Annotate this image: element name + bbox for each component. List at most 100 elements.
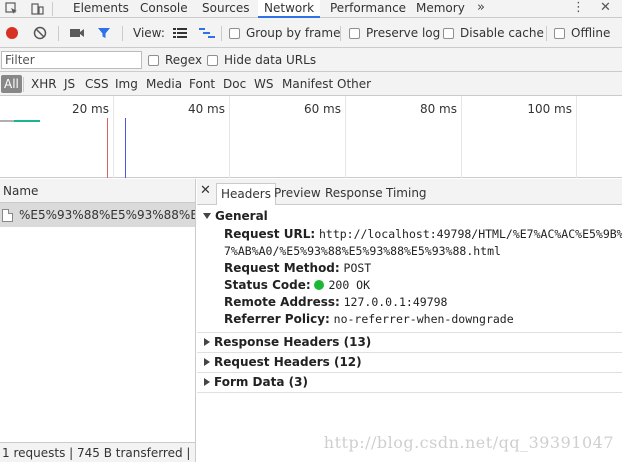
tab-elements[interactable]: Elements xyxy=(67,0,135,17)
referrer-policy-value: no-referrer-when-downgrade xyxy=(333,312,514,326)
inspect-element-icon[interactable] xyxy=(2,0,20,17)
disable-cache-checkbox[interactable]: Disable cache xyxy=(443,18,544,48)
name-column-header[interactable]: Name xyxy=(0,179,195,203)
request-method-value: POST xyxy=(343,261,372,275)
type-filter-xhr[interactable]: XHR xyxy=(28,75,60,93)
timeline-gridline xyxy=(113,96,114,178)
tab-preview[interactable]: Preview xyxy=(270,184,325,205)
collapsed-triangle-icon xyxy=(204,378,210,386)
request-url-row: Request URL: http://localhost:49798/HTML… xyxy=(224,227,622,241)
checkbox-box[interactable] xyxy=(148,54,159,66)
preserve-log-label: Preserve log xyxy=(366,26,441,40)
timeline-tick-label: 20 ms xyxy=(71,102,109,116)
offline-checkbox[interactable]: Offline xyxy=(554,18,610,48)
view-label: View: xyxy=(133,26,165,40)
type-filter-css[interactable]: CSS xyxy=(82,75,112,93)
referrer-policy-row: Referrer Policy: no-referrer-when-downgr… xyxy=(224,312,514,326)
tab-timing[interactable]: Timing xyxy=(382,184,431,205)
timeline-gridline xyxy=(229,96,230,178)
checkbox-box[interactable] xyxy=(207,54,218,66)
timeline-gridline xyxy=(345,96,346,178)
regex-checkbox[interactable]: Regex xyxy=(148,48,202,72)
timeline-gridline xyxy=(461,96,462,178)
collapsed-triangle-icon xyxy=(204,358,210,366)
disable-cache-label: Disable cache xyxy=(460,26,544,40)
toolbar-separator xyxy=(58,26,59,41)
close-devtools-icon[interactable]: ✕ xyxy=(600,0,611,16)
timeline-overview[interactable]: 20 ms 40 ms 60 ms 80 ms 100 ms xyxy=(0,96,622,178)
tab-network[interactable]: Network xyxy=(258,0,321,18)
type-filter-all[interactable]: All xyxy=(1,75,22,93)
request-list: Name %E5%93%88%E5%93%88%E5... 1 requests… xyxy=(0,179,196,462)
response-headers-title: Response Headers (13) xyxy=(214,335,372,349)
network-summary: 1 requests | 745 B transferred | Fi... xyxy=(0,442,195,462)
form-data-title: Form Data (3) xyxy=(214,375,308,389)
tab-sources[interactable]: Sources xyxy=(196,0,255,17)
dom-content-loaded-marker xyxy=(125,118,126,178)
tab-console[interactable]: Console xyxy=(134,0,194,17)
collapsed-triangle-icon xyxy=(204,338,210,346)
type-filter-doc[interactable]: Doc xyxy=(220,75,249,93)
tab-performance[interactable]: Performance xyxy=(324,0,412,17)
toolbar-separator xyxy=(340,26,341,41)
type-filter-js[interactable]: JS xyxy=(61,75,78,93)
regex-label: Regex xyxy=(165,53,203,67)
customize-menu-icon[interactable]: ⋮ xyxy=(572,0,585,16)
timeline-gridline xyxy=(576,96,577,178)
hide-data-urls-checkbox[interactable]: Hide data URLs xyxy=(207,48,316,72)
tab-response[interactable]: Response xyxy=(321,184,387,205)
request-headers-title: Request Headers (12) xyxy=(214,355,362,369)
checkbox-box[interactable] xyxy=(349,27,360,39)
resource-type-bar: All XHR JS CSS Img Media Font Doc WS Man… xyxy=(0,72,622,96)
record-button[interactable] xyxy=(5,18,19,48)
close-detail-icon[interactable]: ✕ xyxy=(200,183,211,198)
form-data-section-header[interactable]: Form Data (3) xyxy=(203,375,308,389)
toolbar-separator xyxy=(122,26,123,41)
section-divider xyxy=(197,332,622,333)
remote-address-label: Remote Address: xyxy=(224,295,340,309)
section-divider xyxy=(197,372,622,373)
more-tabs-icon[interactable]: » xyxy=(477,0,485,16)
tab-memory[interactable]: Memory xyxy=(410,0,471,17)
type-filter-media[interactable]: Media xyxy=(143,75,185,93)
type-filter-ws[interactable]: WS xyxy=(251,75,276,93)
checkbox-box[interactable] xyxy=(229,27,240,39)
timeline-download-bar xyxy=(14,120,40,122)
timeline-waiting-bar xyxy=(0,120,14,122)
toolbar-separator xyxy=(221,26,222,41)
request-headers-section-header[interactable]: Request Headers (12) xyxy=(203,355,362,369)
type-filter-font[interactable]: Font xyxy=(186,75,218,93)
preserve-log-checkbox[interactable]: Preserve log xyxy=(349,18,440,48)
load-event-marker xyxy=(107,118,108,178)
request-name: %E5%93%88%E5%93%88%E5... xyxy=(19,208,195,222)
capture-screenshots-icon[interactable] xyxy=(69,18,85,48)
request-url-label: Request URL: xyxy=(224,227,316,241)
expanded-triangle-icon xyxy=(203,213,211,219)
type-filter-img[interactable]: Img xyxy=(112,75,141,93)
checkbox-box[interactable] xyxy=(554,27,565,39)
document-icon xyxy=(2,208,13,222)
request-row[interactable]: %E5%93%88%E5%93%88%E5... xyxy=(0,203,195,227)
filter-input[interactable] xyxy=(1,51,142,69)
waterfall-view-icon[interactable] xyxy=(199,18,215,48)
response-headers-section-header[interactable]: Response Headers (13) xyxy=(203,335,371,349)
checkbox-box[interactable] xyxy=(443,27,454,39)
general-section-header[interactable]: General xyxy=(203,209,268,223)
request-method-label: Request Method: xyxy=(224,261,340,275)
timeline-tick-label: 60 ms xyxy=(303,102,341,116)
clear-icon[interactable] xyxy=(33,18,47,48)
tab-headers[interactable]: Headers xyxy=(216,183,276,205)
network-toolbar: View: Group by frame Preserve log Disabl… xyxy=(0,18,622,48)
type-filter-other[interactable]: Other xyxy=(334,75,374,93)
offline-label: Offline xyxy=(571,26,611,40)
status-code-row: Status Code: 200 OK xyxy=(224,278,370,292)
type-separator xyxy=(23,77,24,92)
large-rows-icon[interactable] xyxy=(173,18,187,48)
filter-icon[interactable] xyxy=(97,18,111,48)
watermark: http://blog.csdn.net/qq_39391047 xyxy=(323,433,614,452)
group-by-frame-checkbox[interactable]: Group by frame xyxy=(229,18,340,48)
type-filter-manifest[interactable]: Manifest xyxy=(279,75,336,93)
request-method-row: Request Method: POST xyxy=(224,261,371,275)
device-toolbar-icon[interactable] xyxy=(28,0,46,17)
section-divider xyxy=(197,352,622,353)
